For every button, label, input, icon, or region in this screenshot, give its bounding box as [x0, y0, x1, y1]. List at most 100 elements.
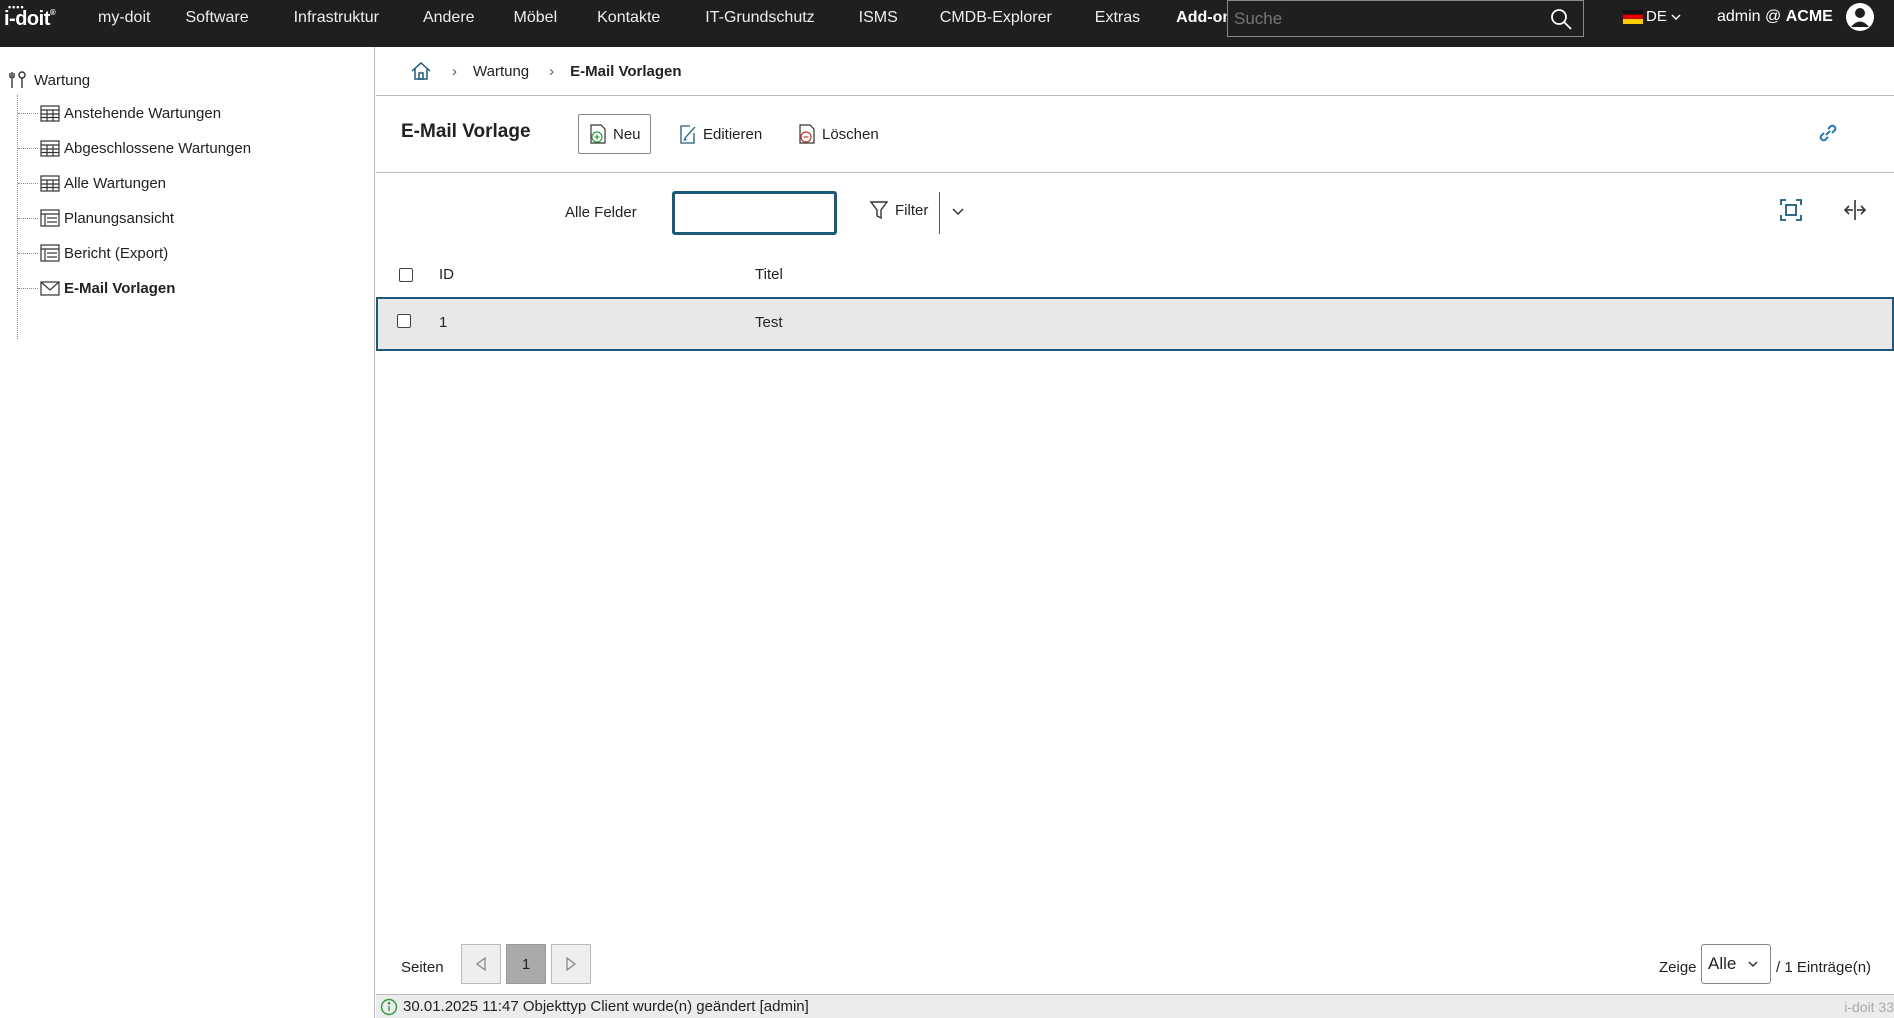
- edit-button[interactable]: Editieren: [669, 114, 772, 154]
- next-page-button[interactable]: [551, 944, 591, 984]
- tools-icon: [9, 71, 26, 88]
- tree-branch: [18, 287, 38, 289]
- search-icon[interactable]: [1549, 7, 1573, 31]
- link-icon[interactable]: [1816, 121, 1840, 145]
- user-name: admin @: [1717, 8, 1782, 25]
- edit-button-label: Editieren: [703, 125, 763, 143]
- table-row[interactable]: 1 Test: [376, 297, 1894, 351]
- select-all-checkbox[interactable]: [399, 268, 413, 282]
- breadcrumb-wartung[interactable]: Wartung: [473, 63, 529, 80]
- calendar-icon: [40, 105, 60, 122]
- sidebar-item-label: E-Mail Vorlagen: [64, 279, 176, 297]
- sidebar-item-email-vorlagen[interactable]: E-Mail Vorlagen: [18, 279, 175, 297]
- column-resize-icon[interactable]: [1843, 198, 1867, 222]
- column-header-id[interactable]: ID: [439, 266, 454, 283]
- column-header-title[interactable]: Titel: [755, 266, 783, 283]
- filter-label: Alle Felder: [565, 204, 637, 221]
- rows-per-page-select[interactable]: Alle: [1701, 944, 1771, 984]
- menu-it-grundschutz[interactable]: IT-Grundschutz: [705, 0, 814, 47]
- sidebar-tree: Wartung Anstehende Wartungen Abgeschloss…: [0, 47, 375, 1018]
- sidebar-item-label: Alle Wartungen: [64, 174, 166, 192]
- new-button[interactable]: Neu: [578, 114, 651, 154]
- home-icon[interactable]: [410, 60, 432, 82]
- sidebar-item-planungsansicht[interactable]: Planungsansicht: [18, 209, 174, 227]
- logo-dots: ••••: [8, 2, 25, 12]
- edit-icon: [680, 125, 696, 144]
- breadcrumb-separator-icon: ›: [452, 62, 457, 80]
- sidebar-item-anstehende-wartungen[interactable]: Anstehende Wartungen: [18, 104, 221, 122]
- table-icon: [40, 209, 60, 227]
- calendar-icon: [40, 175, 60, 192]
- table-header: ID Titel: [376, 254, 1894, 296]
- cell-id: 1: [439, 314, 448, 331]
- new-button-label: Neu: [613, 125, 641, 143]
- pagination-bar: Seiten 1 Zeige Alle / 1 Einträge(n): [376, 944, 1894, 994]
- sidebar-item-abgeschlossene-wartungen[interactable]: Abgeschlossene Wartungen: [18, 139, 251, 157]
- menu-andere[interactable]: Andere: [423, 0, 475, 47]
- menu-infrastruktur[interactable]: Infrastruktur: [294, 0, 379, 47]
- filter-bar: Alle Felder Filter: [376, 174, 1894, 254]
- menu-software[interactable]: Software: [185, 0, 248, 47]
- sidebar-item-label: Anstehende Wartungen: [64, 104, 222, 122]
- tree-branch: [18, 217, 38, 219]
- sidebar-item-label: Bericht (Export): [64, 244, 169, 262]
- tenant-name: ACME: [1785, 8, 1833, 25]
- action-toolbar: E-Mail Vorlage Neu Editieren Löschen: [376, 97, 1894, 173]
- version-label: i-doit 33: [1844, 999, 1894, 1015]
- previous-page-button[interactable]: [461, 944, 501, 984]
- menu-isms[interactable]: ISMS: [859, 0, 898, 47]
- main-menu: my-doit Software Infrastruktur Andere Mö…: [80, 0, 1241, 47]
- user-menu[interactable]: admin @ ACME: [1717, 8, 1833, 26]
- delete-button[interactable]: Löschen: [788, 114, 888, 154]
- i-doit-logo[interactable]: •••• i-doit®: [4, 2, 56, 31]
- tree-root-wartung[interactable]: Wartung: [8, 70, 90, 90]
- language-label: DE: [1646, 8, 1667, 25]
- triangle-right-icon: [566, 956, 577, 972]
- delete-icon: [799, 124, 815, 144]
- divider: [939, 192, 940, 234]
- tree-branch: [18, 182, 38, 184]
- table-icon: [40, 244, 60, 262]
- fullscreen-icon[interactable]: [1779, 198, 1803, 222]
- sidebar-item-label: Abgeschlossene Wartungen: [64, 139, 252, 157]
- filter-button[interactable]: Filter: [869, 200, 928, 220]
- show-label: Zeige: [1659, 959, 1697, 976]
- tree-branch: [18, 112, 38, 114]
- page-button-current[interactable]: 1: [506, 944, 546, 984]
- chevron-down-icon[interactable]: [949, 202, 967, 220]
- breadcrumb-current: E-Mail Vorlagen: [570, 62, 682, 80]
- filter-button-label: Filter: [895, 201, 929, 219]
- main-content: › Wartung › E-Mail Vorlagen E-Mail Vorla…: [376, 47, 1894, 1018]
- filter-input[interactable]: [672, 191, 837, 235]
- breadcrumb-separator-icon: ›: [549, 62, 555, 80]
- status-bar: 30.01.2025 11:47 Objekttyp Client wurde(…: [376, 994, 1894, 1018]
- entries-count: / 1 Einträge(n): [1776, 959, 1872, 976]
- tree-root-label: Wartung: [34, 71, 91, 89]
- menu-my-doit[interactable]: my-doit: [98, 0, 150, 47]
- sidebar-item-alle-wartungen[interactable]: Alle Wartungen: [18, 174, 166, 192]
- status-message: 30.01.2025 11:47 Objekttyp Client wurde(…: [403, 998, 809, 1015]
- chevron-down-icon: [1671, 13, 1681, 20]
- calendar-icon: [40, 140, 60, 157]
- envelope-icon: [40, 281, 60, 296]
- triangle-left-icon: [475, 956, 486, 972]
- breadcrumb: › Wartung › E-Mail Vorlagen: [376, 47, 1894, 96]
- menu-kontakte[interactable]: Kontakte: [597, 0, 660, 47]
- german-flag-icon: [1623, 9, 1643, 24]
- tree-branch: [18, 147, 38, 149]
- sidebar-item-label: Planungsansicht: [64, 209, 175, 227]
- row-checkbox[interactable]: [397, 314, 411, 328]
- new-document-icon: [590, 124, 606, 144]
- top-navigation-bar: •••• i-doit® my-doit Software Infrastruk…: [0, 0, 1894, 47]
- menu-cmdb-explorer[interactable]: CMDB-Explorer: [940, 0, 1052, 47]
- search-input[interactable]: [1228, 1, 1538, 36]
- sidebar-item-bericht-export[interactable]: Bericht (Export): [18, 244, 168, 262]
- delete-button-label: Löschen: [822, 125, 879, 143]
- user-avatar-icon[interactable]: [1845, 2, 1875, 32]
- language-selector[interactable]: DE: [1623, 8, 1682, 25]
- pages-label: Seiten: [401, 959, 444, 976]
- chevron-down-icon: [1748, 961, 1758, 968]
- funnel-icon: [869, 201, 889, 220]
- menu-moebel[interactable]: Möbel: [514, 0, 558, 47]
- menu-extras[interactable]: Extras: [1095, 0, 1140, 47]
